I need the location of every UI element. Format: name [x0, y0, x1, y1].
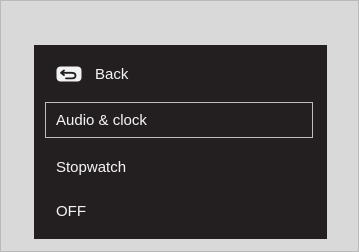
- menu-item-label: Back: [95, 65, 129, 83]
- back-arrow-icon: [56, 66, 82, 82]
- menu-item-back[interactable]: Back: [45, 56, 313, 92]
- outer-frame: Back Audio & clock Stopwatch OFF: [0, 0, 359, 252]
- menu-item-label: Audio & clock: [56, 111, 147, 129]
- menu-item-off[interactable]: OFF: [45, 193, 313, 229]
- menu-item-stopwatch[interactable]: Stopwatch: [45, 149, 313, 185]
- menu-item-label: OFF: [56, 202, 86, 220]
- display-screen: Back Audio & clock Stopwatch OFF: [34, 45, 327, 239]
- menu-item-audio-clock[interactable]: Audio & clock: [45, 102, 313, 138]
- menu-item-label: Stopwatch: [56, 158, 127, 176]
